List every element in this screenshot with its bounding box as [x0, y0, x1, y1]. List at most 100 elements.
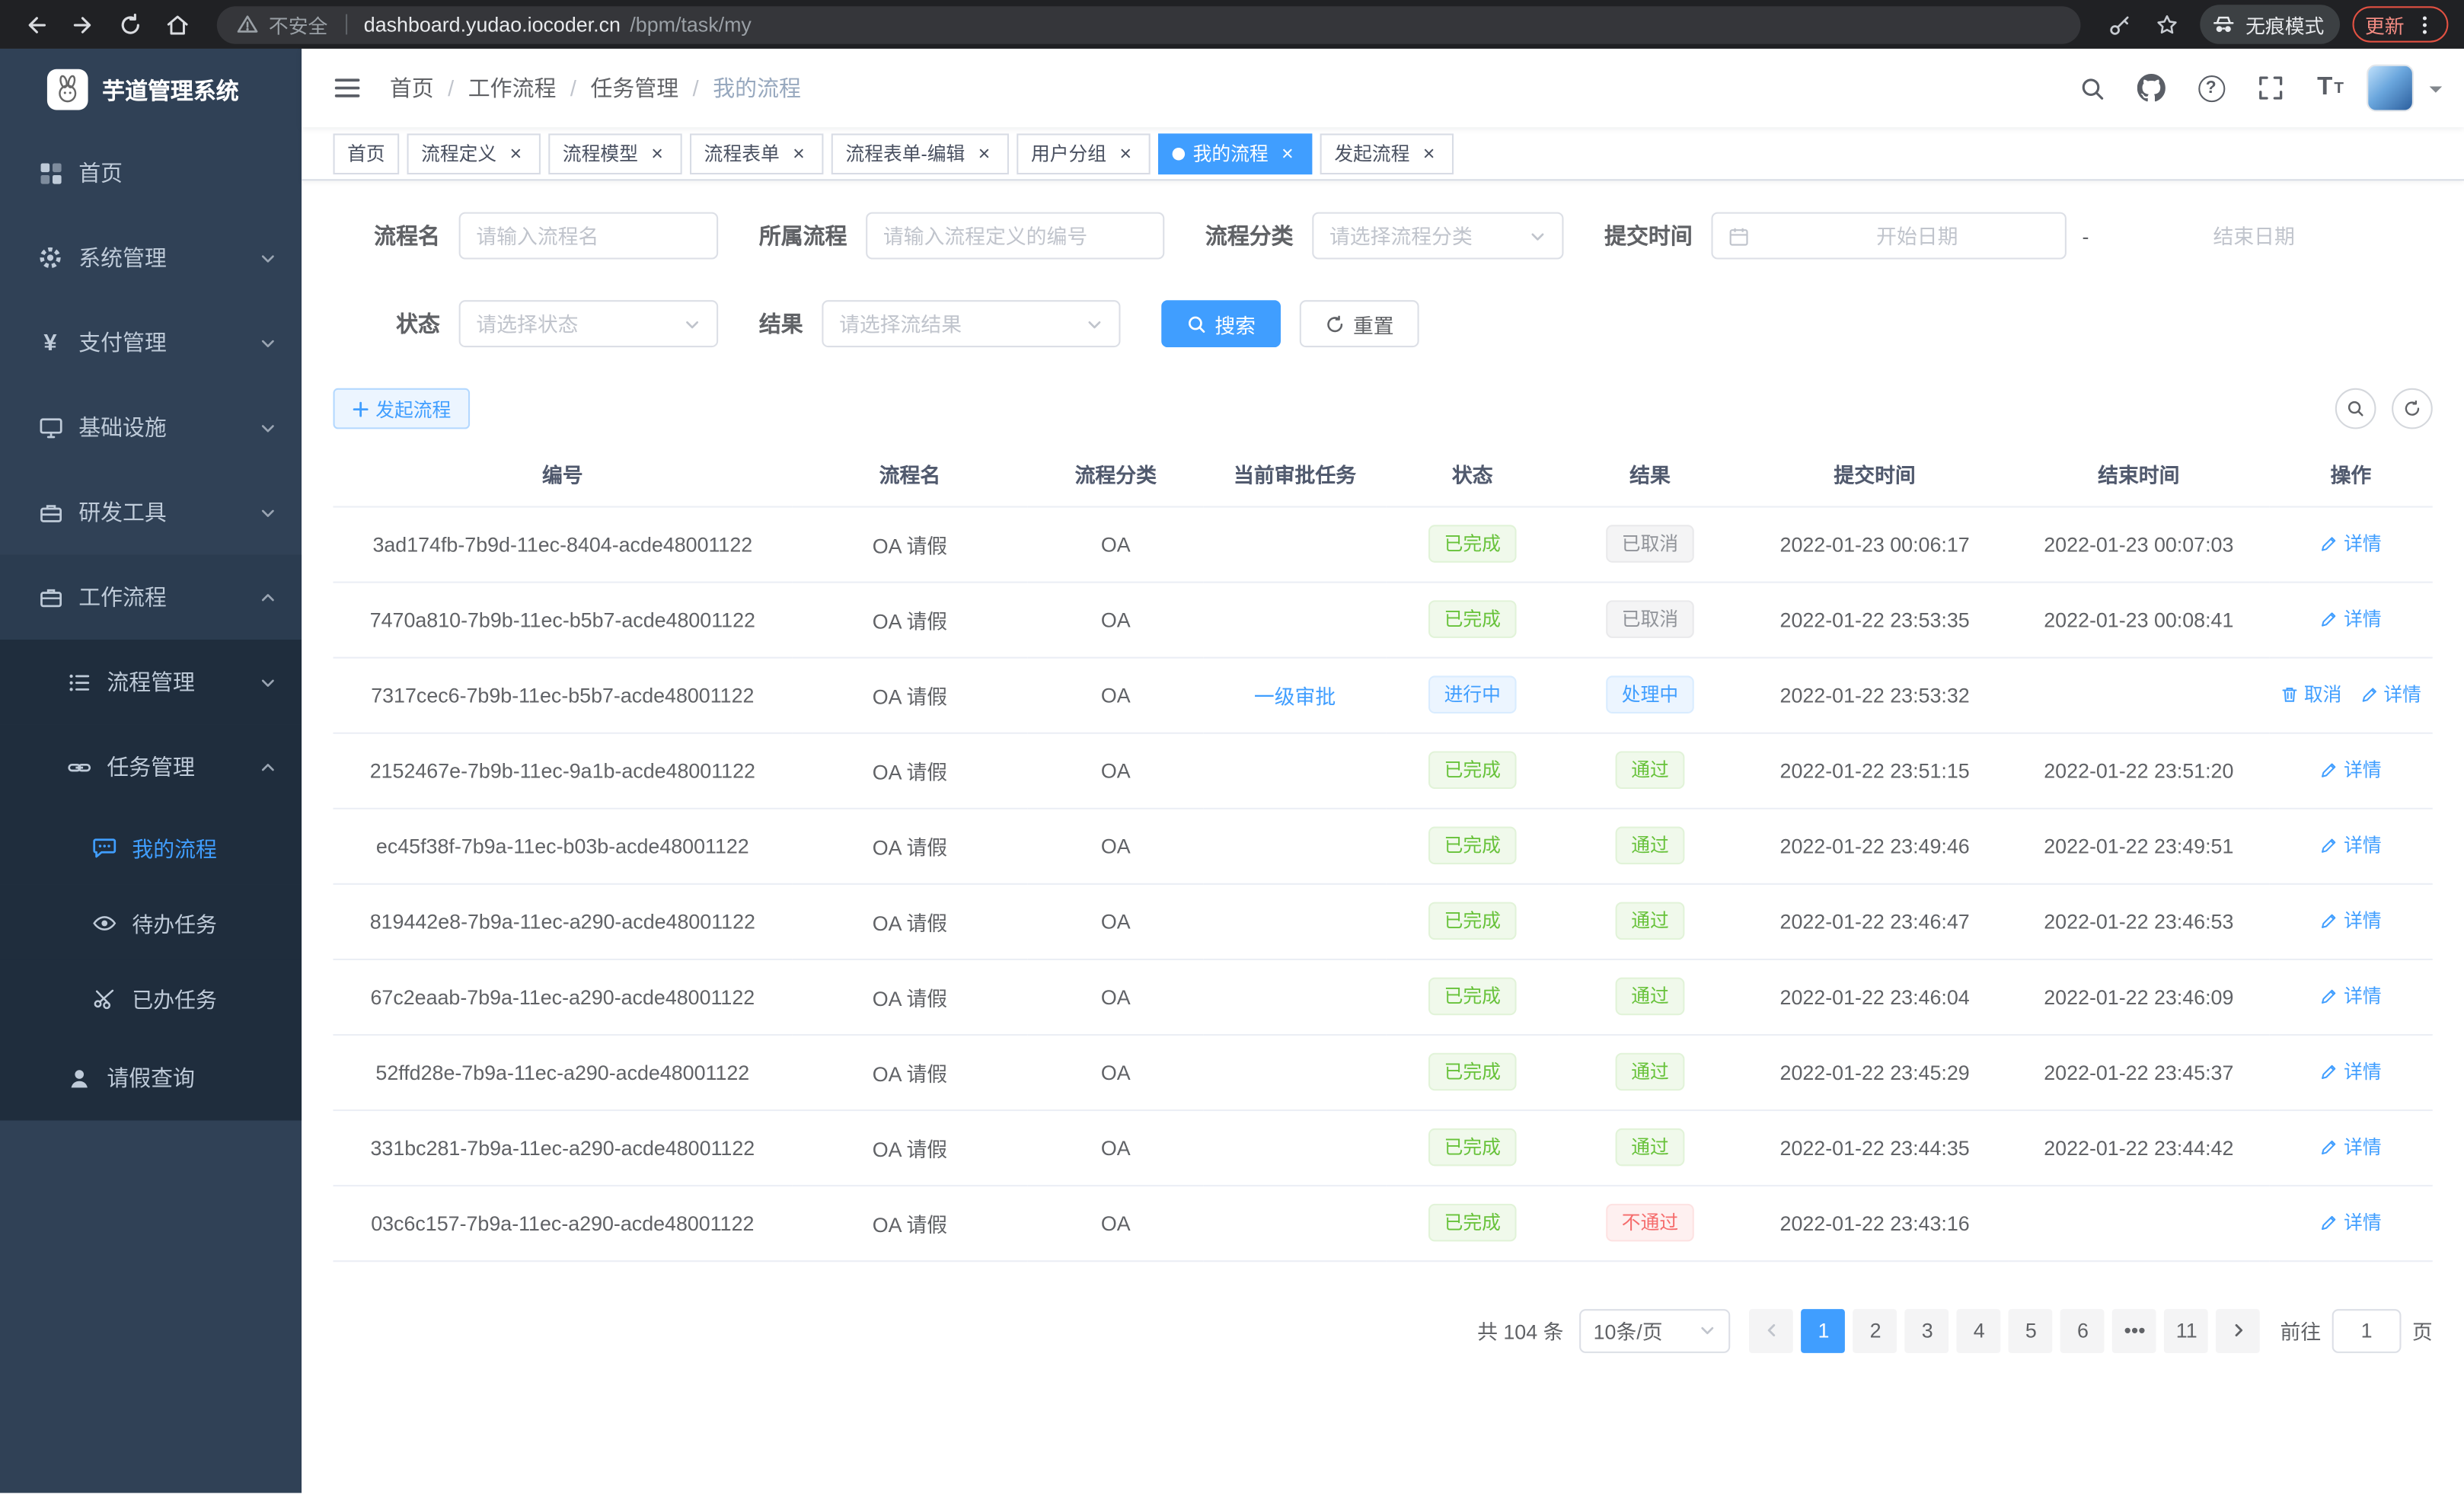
- tab-close-icon[interactable]: [1418, 142, 1440, 164]
- browser-reload-button[interactable]: [110, 4, 151, 45]
- app-logo[interactable]: 芋道管理系统: [0, 49, 302, 130]
- tab-close-icon[interactable]: [1114, 142, 1136, 164]
- cancel-button[interactable]: 取消: [2280, 681, 2342, 707]
- submit-time-cell: 2022-01-22 23:44:35: [1741, 1109, 2009, 1185]
- breadcrumb-link[interactable]: 首页: [390, 72, 434, 104]
- detail-button[interactable]: 详情: [2360, 681, 2421, 707]
- current-task-link[interactable]: 一级审批: [1254, 685, 1336, 708]
- page-number-button[interactable]: 4: [1957, 1308, 2001, 1352]
- github-icon[interactable]: [2127, 65, 2175, 112]
- sidebar-item-task-management[interactable]: 任务管理: [0, 724, 302, 809]
- tab-close-icon[interactable]: [973, 142, 995, 164]
- sidebar-item-home[interactable]: 首页: [0, 130, 302, 215]
- detail-button[interactable]: 详情: [2320, 1058, 2382, 1084]
- submit-time-range-picker[interactable]: -: [1711, 212, 2066, 260]
- sidebar-item-payment[interactable]: ¥ 支付管理: [0, 300, 302, 385]
- page-number-button[interactable]: 3: [1905, 1308, 1949, 1352]
- breadcrumb-link[interactable]: 任务管理: [591, 72, 679, 104]
- url-host: dashboard.yudao.iocoder.cn: [364, 13, 621, 37]
- sidebar-toggle-button[interactable]: [334, 74, 362, 102]
- tab-close-icon[interactable]: [1276, 142, 1298, 164]
- process-name-field[interactable]: [476, 224, 701, 247]
- process-id-cell: 7317cec6-7b9b-11ec-b5b7-acde48001122: [334, 657, 793, 733]
- tab[interactable]: 流程表单: [690, 132, 823, 174]
- tab[interactable]: 流程表单-编辑: [831, 132, 1009, 174]
- address-bar[interactable]: 不安全 dashboard.yudao.iocoder.cn/bpm/task/…: [217, 5, 2081, 43]
- detail-button[interactable]: 详情: [2320, 756, 2382, 783]
- tab[interactable]: 流程模型: [548, 132, 681, 174]
- process-name-input[interactable]: [459, 212, 719, 260]
- tab[interactable]: 首页: [334, 132, 400, 174]
- sidebar-item-todo-tasks[interactable]: 待办任务: [0, 885, 302, 960]
- chevron-down-icon: [260, 503, 277, 521]
- browser-home-button[interactable]: [157, 4, 198, 45]
- sidebar-item-process-management[interactable]: 流程管理: [0, 640, 302, 724]
- status-select[interactable]: [459, 300, 719, 347]
- breadcrumb-link[interactable]: 我的流程: [713, 72, 801, 104]
- sidebar-item-devtools[interactable]: 研发工具: [0, 470, 302, 554]
- browser-forward-button[interactable]: [63, 4, 104, 45]
- page-size-select[interactable]: 10条/页: [1579, 1308, 1730, 1352]
- end-date-field[interactable]: [2094, 224, 2415, 247]
- detail-button[interactable]: 详情: [2320, 530, 2382, 557]
- detail-button[interactable]: 详情: [2320, 1134, 2382, 1160]
- start-date-field[interactable]: [1757, 224, 2077, 247]
- page-number-button[interactable]: 2: [1853, 1308, 1897, 1352]
- page-number-button[interactable]: 5: [2009, 1308, 2054, 1352]
- result-field[interactable]: [839, 312, 1086, 336]
- detail-button[interactable]: 详情: [2320, 832, 2382, 858]
- process-category-select[interactable]: [1312, 212, 1563, 260]
- reset-button[interactable]: 重置: [1300, 300, 1419, 347]
- sidebar-item-workflow[interactable]: 工作流程: [0, 555, 302, 640]
- search-button[interactable]: 搜索: [1161, 300, 1281, 347]
- result-select[interactable]: [822, 300, 1120, 347]
- bookmark-star-icon[interactable]: [2146, 4, 2188, 45]
- incognito-badge[interactable]: 无痕模式: [2200, 5, 2340, 44]
- page-number-button[interactable]: 11: [2165, 1308, 2209, 1352]
- detail-button[interactable]: 详情: [2320, 907, 2382, 934]
- search-icon[interactable]: [2068, 65, 2115, 112]
- tab[interactable]: 流程定义: [407, 132, 541, 174]
- browser-back-button[interactable]: [16, 4, 57, 45]
- result-badge: 已取消: [1606, 600, 1694, 638]
- tab[interactable]: 用户分组: [1017, 132, 1150, 174]
- page-number-button[interactable]: 6: [2061, 1308, 2105, 1352]
- prev-page-button[interactable]: [1750, 1308, 1794, 1352]
- browser-update-button[interactable]: 更新: [2352, 6, 2448, 42]
- fullscreen-icon[interactable]: [2247, 65, 2294, 112]
- create-process-button[interactable]: 发起流程: [334, 388, 471, 429]
- sidebar-item-leave-query[interactable]: 请假查询: [0, 1036, 302, 1120]
- detail-button[interactable]: 详情: [2320, 982, 2382, 1009]
- tab-close-icon[interactable]: [787, 142, 809, 164]
- goto-page-input[interactable]: [2332, 1308, 2402, 1352]
- tab-close-icon[interactable]: [646, 142, 668, 164]
- sidebar-item-done-tasks[interactable]: 已办任务: [0, 960, 302, 1036]
- password-key-icon[interactable]: [2099, 4, 2140, 45]
- sidebar-item-infrastructure[interactable]: 基础设施: [0, 385, 302, 470]
- submit-time-cell: 2022-01-22 23:45:29: [1741, 1034, 2009, 1109]
- browser-toolbar: 不安全 dashboard.yudao.iocoder.cn/bpm/task/…: [0, 0, 2464, 49]
- detail-button[interactable]: 详情: [2320, 1209, 2382, 1236]
- user-avatar[interactable]: [2367, 65, 2414, 112]
- toggle-search-button[interactable]: [2335, 388, 2376, 429]
- page-number-button[interactable]: 1: [1802, 1308, 1846, 1352]
- avatar-caret-icon[interactable]: [2430, 87, 2443, 100]
- tab[interactable]: 发起流程: [1320, 132, 1454, 174]
- scissors-icon: [91, 985, 116, 1010]
- status-field[interactable]: [476, 312, 683, 336]
- page-number-button[interactable]: •••: [2113, 1308, 2157, 1352]
- process-definition-field[interactable]: [883, 224, 1147, 247]
- security-warning-icon[interactable]: [236, 13, 260, 37]
- detail-button[interactable]: 详情: [2320, 605, 2382, 632]
- sidebar-item-system[interactable]: 系统管理: [0, 215, 302, 300]
- tab[interactable]: 我的流程: [1158, 132, 1312, 174]
- breadcrumb-link[interactable]: 工作流程: [468, 72, 557, 104]
- process-definition-input[interactable]: [866, 212, 1164, 260]
- process-category-field[interactable]: [1329, 224, 1529, 247]
- help-icon[interactable]: [2188, 65, 2235, 112]
- sidebar-item-my-process[interactable]: 我的流程: [0, 809, 302, 885]
- refresh-table-button[interactable]: [2392, 388, 2433, 429]
- font-size-icon[interactable]: TT: [2307, 65, 2354, 112]
- tab-close-icon[interactable]: [505, 142, 527, 164]
- next-page-button[interactable]: [2217, 1308, 2261, 1352]
